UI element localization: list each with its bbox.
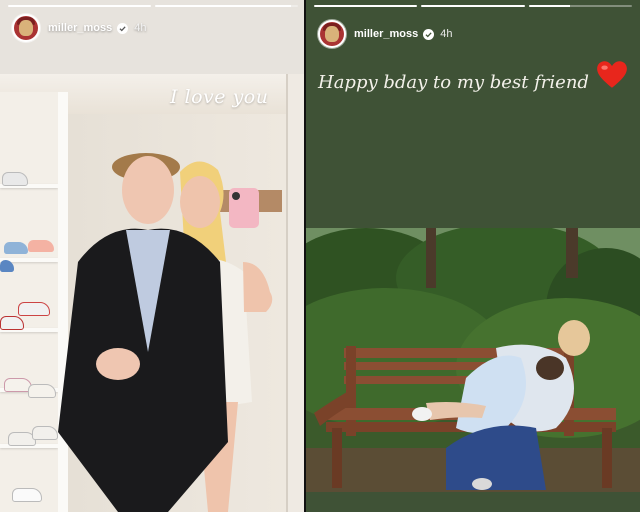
red-heart-icon (597, 61, 627, 88)
story-header: miller_moss 4h (318, 20, 452, 48)
progress-segment (421, 5, 525, 7)
progress-fill (528, 5, 570, 7)
couple-mirror-selfie (58, 153, 273, 512)
progress-fill (421, 5, 525, 7)
post-time: 4h (440, 28, 453, 40)
progress-fill (314, 5, 418, 7)
avatar-face (325, 26, 339, 42)
bench-photo (306, 228, 640, 492)
bench-scene (306, 228, 640, 492)
shoe (0, 316, 24, 330)
story-caption: I love you (170, 86, 269, 108)
username[interactable]: miller_moss (354, 28, 418, 40)
story-bottom-area (306, 492, 640, 512)
progress-fill (155, 5, 291, 7)
verified-badge-icon (423, 28, 435, 40)
progress-fill (8, 5, 151, 7)
story-right[interactable]: miller_moss 4h Happy bday to my best fri… (306, 0, 640, 512)
closet-door (286, 74, 306, 512)
progress-segment (528, 5, 632, 7)
shoe (4, 242, 28, 254)
username[interactable]: miller_moss (48, 22, 112, 34)
post-time: 4h (134, 22, 147, 34)
progress-segment (314, 5, 418, 7)
verified-badge-icon (117, 22, 129, 34)
story-progress (314, 5, 632, 7)
his-face (122, 156, 174, 224)
his-hands (96, 348, 140, 380)
story-header: miller_moss 4h (12, 14, 146, 42)
stories-view: I love you miller_moss 4h miller_moss 4h… (0, 0, 640, 512)
shoe (12, 488, 42, 502)
shoe (2, 172, 28, 186)
her-arm (243, 262, 273, 312)
story-caption: Happy bday to my best friend (318, 72, 589, 93)
profile-avatar[interactable] (318, 20, 346, 48)
progress-segment (155, 5, 298, 7)
avatar-face (19, 20, 33, 36)
story-left[interactable]: I love you miller_moss 4h (0, 0, 306, 512)
her-face (180, 176, 220, 228)
phone-camera-icon (232, 192, 240, 200)
story-progress (8, 5, 298, 7)
shoe (18, 302, 50, 316)
progress-segment (8, 5, 151, 7)
profile-avatar[interactable] (12, 14, 40, 42)
